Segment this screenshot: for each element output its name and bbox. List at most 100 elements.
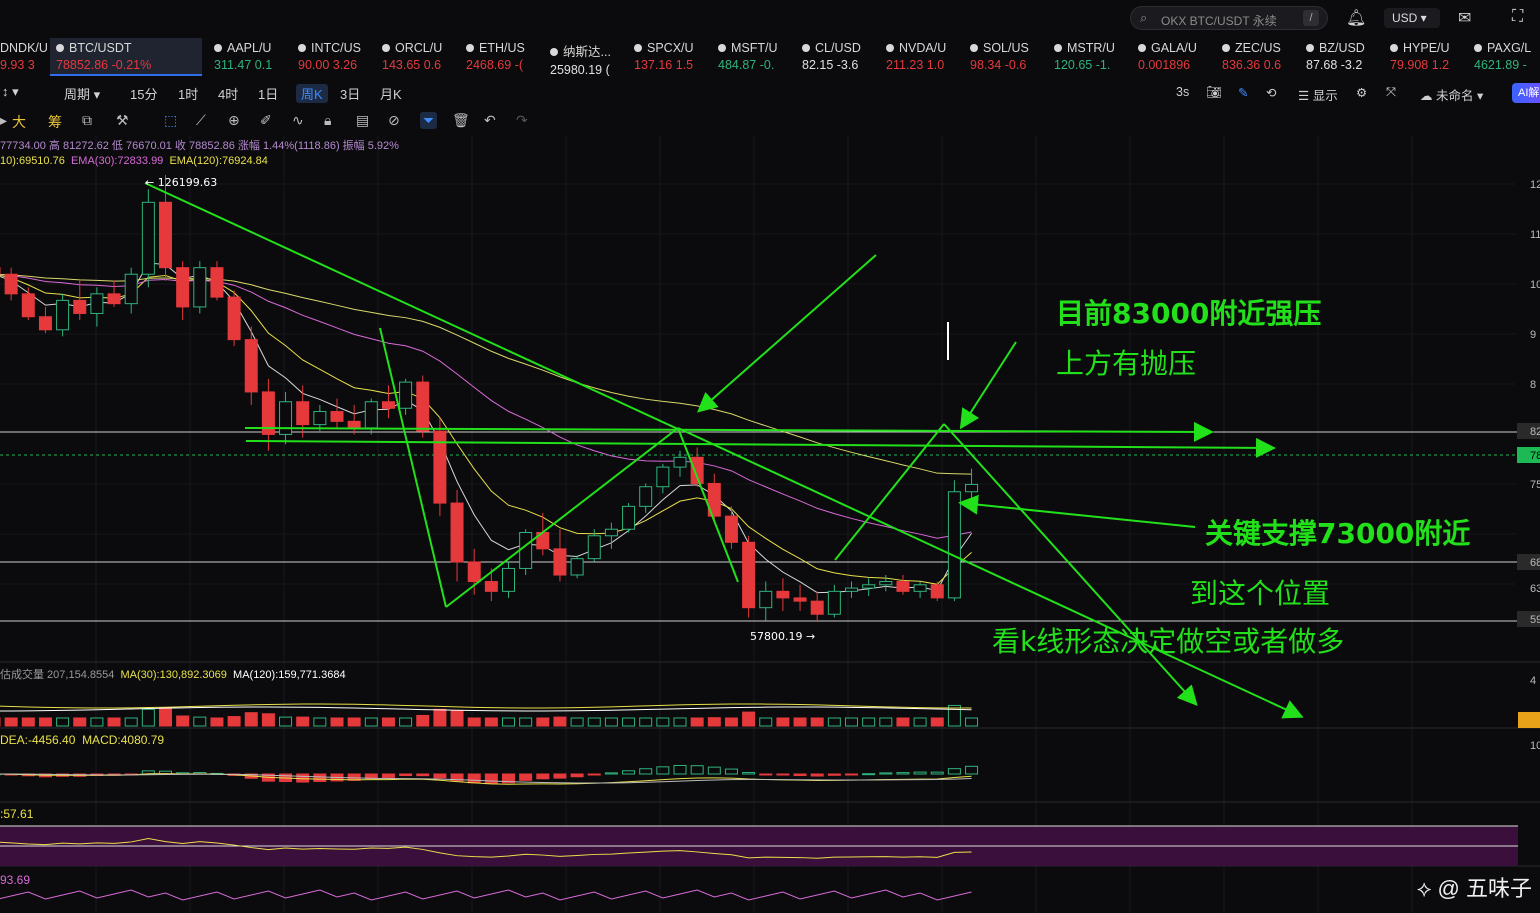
ticker-2[interactable]: AAPL/U 311.47 0.1 [208, 38, 290, 76]
macd-bar [862, 773, 876, 776]
tf-period[interactable]: 周期 ▾ [64, 84, 100, 103]
filter-icon[interactable]: ⏷ [420, 112, 438, 129]
ticker-value: 2468.69 -( [466, 58, 523, 72]
candle-body [965, 483, 979, 493]
ticker-6[interactable]: 纳斯达... 25980.19 ( [544, 38, 626, 76]
macd-bar [690, 765, 704, 775]
zoom-icon[interactable]: ⊕ [228, 112, 240, 129]
undo-icon[interactable]: ↶ [484, 112, 496, 129]
undo-draw-icon[interactable]: ⟲ [1266, 85, 1276, 100]
ticker-logo-icon [634, 44, 642, 52]
volume-bar [947, 704, 961, 727]
fullscreen-icon[interactable]: ⛶ [1512, 8, 1523, 26]
ticker-15[interactable]: BZ/USD 87.68 -3.2 [1300, 38, 1382, 76]
candle-body [347, 420, 361, 429]
ticker-10[interactable]: NVDA/U 211.23 1.0 [880, 38, 962, 76]
ticker-symbol: ORCL/U [382, 41, 458, 55]
macd-bar [673, 764, 687, 775]
trash-icon[interactable]: 🗑︎ [452, 112, 470, 129]
ticker-1[interactable]: BTC/USDT 78852.86 -0.21% [50, 38, 202, 76]
ticker-symbol: AAPL/U [214, 41, 290, 55]
volume-bar [502, 717, 515, 727]
tf-monthly[interactable]: 月K [380, 84, 402, 103]
tf-4h[interactable]: 4时 [218, 84, 238, 103]
ticker-11[interactable]: SOL/US 98.34 -0.6 [964, 38, 1046, 76]
volume-bar [347, 717, 361, 727]
bell-icon[interactable]: 🔔︎ [1346, 8, 1366, 28]
indicator-icon[interactable]: ⚒ [116, 112, 129, 129]
ticker-4[interactable]: ORCL/U 143.65 0.6 [376, 38, 458, 76]
candle-body [656, 466, 670, 488]
search-box[interactable]: ⌕ OKX BTC/USDT 永续 / [1130, 6, 1328, 30]
volume-bar [159, 707, 172, 727]
display-toggle[interactable]: ☰ 显示 [1298, 85, 1338, 104]
macd-bar [724, 768, 738, 775]
macd-bar [622, 770, 636, 775]
candle-body [141, 201, 155, 275]
ticker-value: 98.34 -0.6 [970, 58, 1027, 72]
ticker-8[interactable]: MSFT/U 484.87 -0. [712, 38, 794, 76]
ticker-logo-icon [550, 48, 558, 56]
candle-body [793, 597, 807, 602]
shrink-icon[interactable]: ⤧ [1386, 85, 1396, 100]
refresh-rate[interactable]: 3s [1176, 85, 1189, 99]
candle-body [827, 590, 841, 615]
ticker-value: 78852.86 -0.21% [56, 58, 152, 72]
trendline-icon[interactable]: ⟋ [196, 112, 206, 129]
volume-bar [484, 717, 498, 727]
candle-body [930, 584, 944, 599]
tf-15m[interactable]: 15分 [130, 84, 157, 103]
tf-weekly[interactable]: 周K [296, 84, 328, 103]
lock-icon[interactable]: 🔒︎ [324, 112, 331, 129]
volume-bar [879, 717, 893, 727]
layout-select[interactable]: ☁ 未命名 ▾ [1420, 85, 1483, 104]
currency-select[interactable]: USD ▾ [1384, 8, 1440, 28]
note-icon[interactable]: ▤ [356, 112, 369, 129]
macd-bar [313, 773, 327, 782]
axis-label: 68 [1530, 557, 1540, 569]
macd-bar [381, 773, 395, 778]
candle-body [4, 273, 18, 295]
ticker-17[interactable]: PAXG/L 4621.89 - [1468, 38, 1540, 76]
ticker-16[interactable]: HYPE/U 79.908 1.2 [1384, 38, 1466, 76]
chart-type-dropdown[interactable]: ↕ ▾ [2, 84, 19, 100]
volume-bar [742, 711, 756, 727]
candle-body [776, 590, 790, 599]
tf-3d[interactable]: 3日 [340, 84, 360, 103]
ticker-3[interactable]: INTC/US 90.00 3.26 [292, 38, 374, 76]
ticker-5[interactable]: ETH/US 2468.69 -( [460, 38, 542, 76]
volume-bar [450, 709, 464, 727]
ticker-14[interactable]: ZEC/US 836.36 0.6 [1216, 38, 1298, 76]
ticker-7[interactable]: SPCX/U 137.16 1.5 [628, 38, 710, 76]
tool-chou[interactable]: 筹 [48, 112, 62, 132]
tf-1h[interactable]: 1时 [178, 84, 198, 103]
candle-body [176, 267, 190, 308]
volume-bar [56, 717, 70, 727]
tool-da[interactable]: 大 [12, 112, 26, 132]
volume-bar [107, 717, 121, 727]
pattern-icon[interactable]: ∿ [292, 112, 304, 129]
volume-bar [193, 716, 207, 727]
macd-bar [656, 766, 670, 775]
ticker-12[interactable]: MSTR/U 120.65 -1. [1048, 38, 1130, 76]
volume-bar [519, 717, 533, 727]
candle-body [622, 505, 636, 530]
axis-label: 11 [1530, 229, 1540, 241]
mail-icon[interactable]: ✉ [1458, 8, 1471, 28]
settings-icon[interactable]: ⚙ [1356, 85, 1367, 100]
annot-support: 关键支撑73000附近 [1205, 517, 1470, 550]
collapse-icon[interactable]: ▸ [0, 112, 7, 129]
brush-icon[interactable]: ✐ [260, 112, 272, 129]
magnet-icon[interactable]: ⊘ [388, 112, 400, 129]
tf-1d[interactable]: 1日 [258, 84, 278, 103]
ai-button[interactable]: AI解 [1512, 83, 1540, 103]
redo-icon[interactable]: ↷ [516, 112, 528, 129]
ticker-9[interactable]: CL/USD 82.15 -3.6 [796, 38, 878, 76]
candle-body [896, 581, 910, 592]
camera-icon[interactable]: 📷︎ [1206, 85, 1222, 100]
volume-bar [707, 717, 721, 727]
pen-icon[interactable]: ✎ [1238, 85, 1248, 100]
ticker-13[interactable]: GALA/U 0.001896 [1132, 38, 1214, 76]
compare-icon[interactable]: ⧉ [82, 112, 92, 129]
cursor-icon[interactable]: ⬚ [164, 112, 177, 129]
